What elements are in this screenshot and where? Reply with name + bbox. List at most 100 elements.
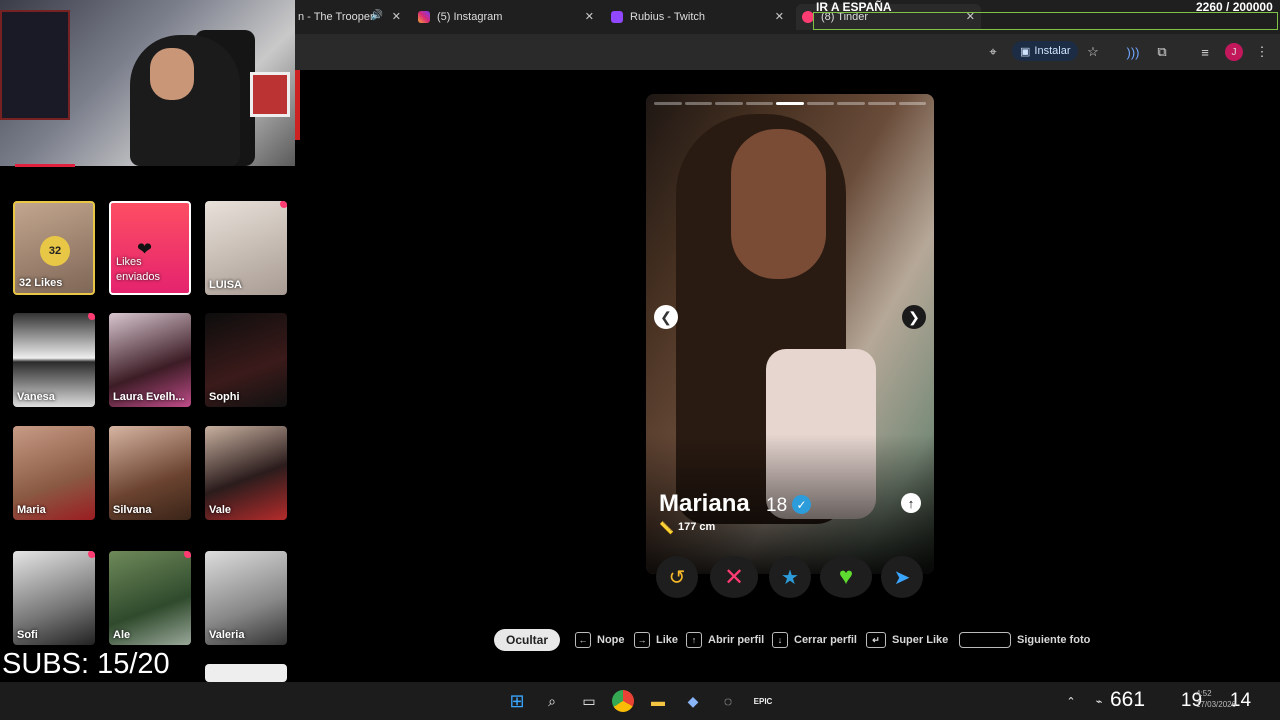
task-view-icon[interactable]: ▭	[578, 690, 600, 712]
app-icon[interactable]: ◆	[682, 690, 704, 712]
up-arrow-key-icon: ↑	[686, 632, 702, 648]
close-icon[interactable]: ✕	[392, 10, 401, 23]
match-tile[interactable]: LUISA	[205, 201, 287, 295]
photo-progress-segment	[898, 102, 927, 105]
system-time: 4:52	[1196, 689, 1212, 698]
photo-progress-segment	[684, 102, 713, 105]
shortcut-label: Super Like	[892, 634, 949, 646]
profile-name: Mariana	[659, 490, 750, 517]
windows-start-icon[interactable]: ⊞	[506, 690, 528, 712]
chrome-icon[interactable]	[612, 690, 634, 712]
match-tile[interactable]: Laura Evelh...	[109, 313, 191, 407]
previous-photo-button[interactable]: ❮	[654, 305, 678, 329]
sent-likes-tile[interactable]: ❤ Likes enviados	[109, 201, 191, 295]
tab-label: Rubius - Twitch	[630, 11, 705, 23]
match-name: Valeria	[209, 629, 245, 641]
streamer-face	[150, 48, 194, 100]
location-icon[interactable]: ⌖	[984, 43, 1002, 61]
menu-icon[interactable]: ⋮	[1253, 43, 1271, 61]
match-tile[interactable]	[205, 664, 287, 682]
epic-games-icon[interactable]: EPIC	[752, 690, 774, 712]
likes-tile[interactable]: 32 32 Likes	[13, 201, 95, 295]
profile-height: 177 cm	[678, 521, 716, 533]
app-icon[interactable]: ◌	[717, 690, 739, 712]
tab-instagram[interactable]: (5) Instagram ✕	[412, 4, 600, 30]
search-icon[interactable]: ⌕	[541, 690, 563, 712]
shortcut-label: Like	[656, 634, 679, 646]
speaker-icon[interactable]: 🔊	[371, 10, 383, 21]
profile-card[interactable]: ❮ ❯ Mariana 18 ✓ 📏 177 cm ↑	[646, 94, 934, 574]
open-profile-button[interactable]: ↑	[901, 493, 921, 513]
rewind-button[interactable]: ↺	[656, 556, 698, 598]
match-name: Sofi	[17, 629, 38, 641]
match-name: Vanesa	[17, 391, 55, 403]
profile-avatar[interactable]: J	[1225, 43, 1243, 61]
shortcut-label: Nope	[597, 634, 625, 646]
star-icon[interactable]: ☆	[1084, 43, 1102, 61]
twitch-icon	[611, 11, 623, 23]
shortcut-close-profile: ↓ Cerrar perfil	[772, 632, 857, 648]
photo-progress-segment	[715, 102, 743, 105]
install-label: Instalar	[1034, 45, 1071, 57]
shortcut-like: → Like	[634, 632, 678, 648]
file-explorer-icon[interactable]: ▬	[647, 690, 669, 712]
match-name: Sophi	[209, 391, 240, 403]
system-date: 17/03/2026	[1196, 700, 1237, 709]
photo-progress-segment	[867, 102, 896, 105]
install-icon: ▣	[1020, 45, 1031, 58]
match-tile[interactable]: Vanesa	[13, 313, 95, 407]
enter-key-icon: ↵	[866, 632, 886, 648]
superlike-button[interactable]: ★	[769, 556, 811, 598]
poster	[250, 72, 290, 117]
space-key-icon	[959, 632, 1011, 648]
shortcut-label: Siguiente foto	[1017, 634, 1091, 646]
nope-button[interactable]: ✕	[710, 556, 758, 598]
match-tile[interactable]: Silvana	[109, 426, 191, 520]
match-tile[interactable]: Valeria	[205, 551, 287, 645]
photo-progress-segment	[806, 102, 835, 105]
likes-label: 32 Likes	[19, 277, 63, 289]
profile-age: 18	[766, 495, 788, 516]
match-name: Silvana	[113, 504, 152, 516]
media-icon[interactable]: ≡	[1196, 43, 1214, 61]
tab-label: n - The Trooper	[298, 11, 374, 23]
photo-progress-segment	[745, 102, 774, 105]
shortcut-label: Cerrar perfil	[794, 634, 857, 646]
match-tile[interactable]: Sofi	[13, 551, 95, 645]
left-arrow-key-icon: ←	[575, 632, 591, 648]
shortcut-open-profile: ↑ Abrir perfil	[686, 632, 764, 648]
match-name: Laura Evelh...	[113, 391, 185, 403]
shortcut-label: Abrir perfil	[708, 634, 765, 646]
likes-count-badge: 32	[40, 236, 70, 266]
system-datetime: 4:52 17/03/2026	[1196, 688, 1236, 710]
instagram-icon	[418, 11, 430, 23]
ruler-icon: 📏	[659, 521, 674, 535]
shortcut-next-photo: Siguiente foto	[959, 632, 1090, 648]
face	[731, 129, 826, 279]
match-tile[interactable]: Sophi	[205, 313, 287, 407]
hide-shortcuts-button[interactable]: Ocultar	[494, 629, 560, 651]
chevron-up-icon[interactable]: ⌃	[1060, 690, 1082, 712]
next-photo-button[interactable]: ❯	[902, 305, 926, 329]
install-button[interactable]: ▣ Instalar	[1012, 41, 1079, 61]
tab-trooper[interactable]: n - The Trooper 🔊 ✕	[292, 4, 407, 30]
close-icon[interactable]: ✕	[585, 10, 594, 23]
tab-twitch[interactable]: Rubius - Twitch ✕	[605, 4, 790, 30]
webcam-feed	[0, 0, 295, 166]
match-tile[interactable]: Maria	[13, 426, 95, 520]
down-arrow-key-icon: ↓	[772, 632, 788, 648]
accent-bar	[295, 70, 300, 140]
like-button[interactable]: ♥	[820, 556, 872, 598]
verified-icon: ✓	[792, 495, 811, 514]
new-match-dot	[280, 201, 287, 208]
boost-button[interactable]: ➤	[881, 556, 923, 598]
match-tile[interactable]: Vale	[205, 426, 287, 520]
timer-value: 661	[1110, 688, 1146, 711]
close-icon[interactable]: ✕	[775, 10, 784, 23]
photo-progress-segment	[837, 102, 865, 105]
cast-icon[interactable]: )))	[1124, 43, 1142, 61]
network-icon[interactable]: ⌁	[1088, 690, 1110, 712]
match-tile[interactable]: Ale	[109, 551, 191, 645]
new-match-dot	[88, 313, 95, 320]
extensions-icon[interactable]: ⧉	[1153, 43, 1171, 61]
